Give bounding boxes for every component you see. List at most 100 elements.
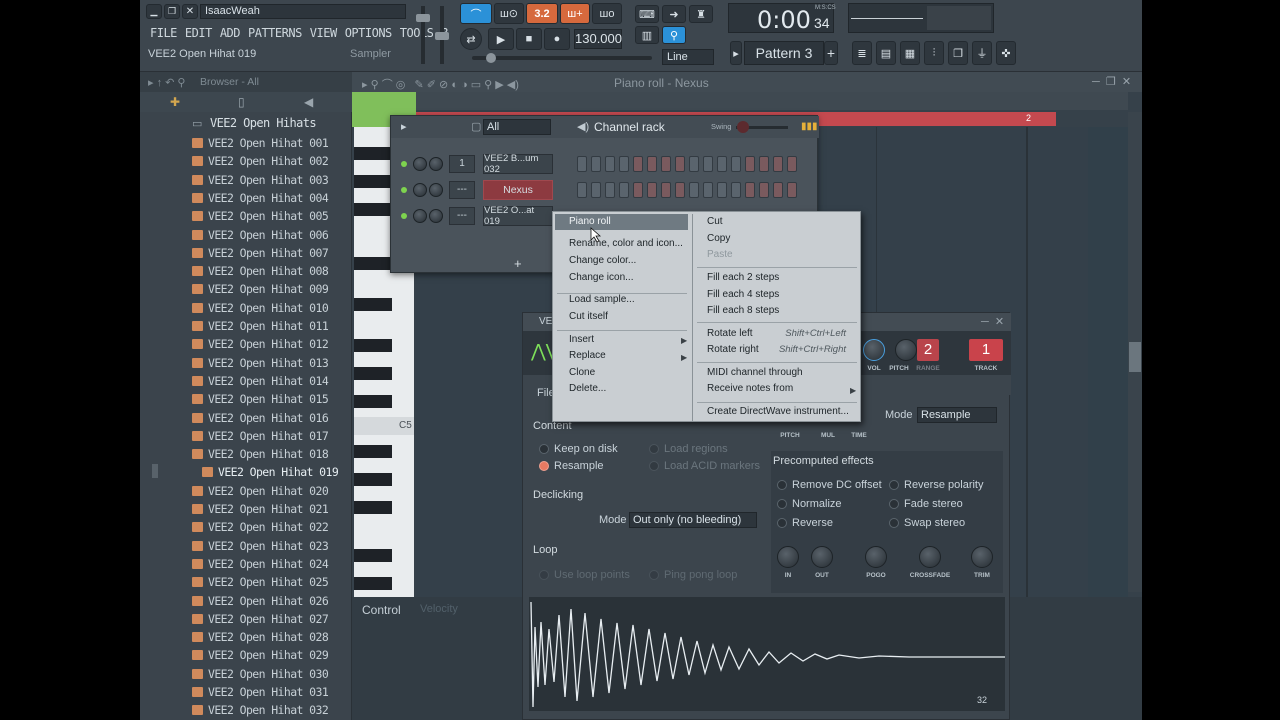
step-button[interactable] (773, 182, 783, 198)
browser-icon[interactable]: ❐ (948, 41, 968, 65)
context-menu-item[interactable]: MIDI channel through (707, 367, 803, 378)
context-menu-item[interactable]: Create DirectWave instrument... (707, 406, 849, 417)
graph-icon[interactable]: ▮▮▮ (801, 121, 818, 132)
browser-item[interactable]: VEE2 Open Hihat 005 (192, 207, 329, 225)
channel-volume-knob[interactable] (429, 183, 443, 197)
black-key[interactable] (354, 577, 392, 590)
step-button[interactable] (661, 156, 671, 172)
browser-item[interactable]: VEE2 Open Hihat 014 (192, 372, 329, 390)
context-menu-item[interactable]: Copy (707, 233, 730, 244)
load-regions-option[interactable]: Load regions (649, 443, 728, 455)
normalize-option[interactable]: Normalize (777, 498, 842, 510)
browser-item[interactable]: VEE2 Open Hihat 013 (192, 354, 329, 372)
step-button[interactable] (731, 156, 741, 172)
channel-mixer-track[interactable]: --- (449, 181, 475, 199)
step-edit-icon[interactable]: ➜ (662, 5, 686, 23)
context-menu-item[interactable]: Cut itself (569, 311, 608, 322)
browser-item[interactable]: VEE2 Open Hihat 003 (192, 171, 329, 189)
resample-mode-select[interactable]: Resample (917, 407, 997, 423)
mixer-icon[interactable]: ⫶ (924, 41, 944, 65)
step-button[interactable] (661, 182, 671, 198)
menu-tools[interactable]: TOOLS (400, 26, 434, 40)
control-value[interactable]: Velocity (420, 603, 458, 615)
step-button[interactable] (745, 182, 755, 198)
channel-name-button[interactable]: Nexus (483, 180, 553, 200)
black-key[interactable] (354, 203, 392, 216)
channel-filter-select[interactable]: All (483, 119, 551, 135)
browser-item[interactable]: VEE2 Open Hihat 007 (192, 244, 329, 262)
pattern-selector[interactable]: Pattern 3 (744, 41, 824, 65)
step-button[interactable] (675, 156, 685, 172)
context-menu-item[interactable]: Cut (707, 216, 723, 227)
browser-item[interactable]: VEE2 Open Hihat 028 (192, 628, 329, 646)
browser-item[interactable]: VEE2 Open Hihat 022 (192, 518, 329, 536)
browser-item[interactable]: VEE2 Open Hihat 011 (192, 317, 329, 335)
play-button[interactable]: ▶ (488, 28, 514, 50)
browser-item[interactable]: VEE2 Open Hihat 029 (192, 646, 329, 664)
metronome-button[interactable]: ⌒ (460, 3, 492, 24)
browser-item[interactable]: VEE2 Open Hihat 009 (192, 280, 329, 298)
menu-file[interactable]: FILE (150, 26, 177, 40)
context-menu-item[interactable]: Receive notes from (707, 383, 793, 394)
browser-item[interactable]: VEE2 Open Hihat 004 (192, 189, 329, 207)
black-key[interactable] (354, 257, 392, 270)
browser-item[interactable]: VEE2 Open Hihat 018 (192, 445, 329, 463)
context-menu-item[interactable]: Rotate right (707, 344, 759, 355)
load-acid-option[interactable]: Load ACID markers (649, 460, 760, 472)
browser-item[interactable]: VEE2 Open Hihat 006 (192, 226, 329, 244)
channel-pan-knob[interactable] (413, 209, 427, 223)
declick-mode-select[interactable]: Out only (no bleeding) (629, 512, 757, 528)
step-button[interactable] (619, 182, 629, 198)
channel-rack-icon[interactable]: ▦ (900, 41, 920, 65)
step-button[interactable] (591, 182, 601, 198)
recording-icon[interactable]: ♜ (689, 5, 713, 23)
context-menu-item[interactable]: Piano roll (569, 216, 611, 227)
black-key[interactable] (354, 367, 392, 380)
menu-options[interactable]: OPTIONS (345, 26, 393, 40)
context-menu-item[interactable]: Clone (569, 367, 595, 378)
song-position-handle[interactable] (486, 53, 496, 63)
browser-item[interactable]: VEE2 Open Hihat 017 (192, 427, 329, 445)
channel-name-button[interactable]: VEE2 O...at 019 (483, 205, 553, 227)
browser-item[interactable]: VEE2 Open Hihat 025 (192, 573, 329, 591)
browser-folder[interactable]: ▭ VEE2 Open Hihats (148, 115, 344, 133)
context-menu-item[interactable]: Delete... (569, 383, 606, 394)
step-button[interactable] (787, 156, 797, 172)
out-knob[interactable] (811, 546, 833, 568)
trim-knob[interactable] (971, 546, 993, 568)
ping-pong-option[interactable]: Ping pong loop (649, 569, 737, 581)
record-button[interactable]: ● (544, 28, 570, 50)
restore-icon[interactable]: ❐ (164, 4, 180, 19)
reverse-polarity-option[interactable]: Reverse polarity (889, 479, 983, 491)
control-label[interactable]: Control (362, 603, 401, 617)
swing-knob[interactable] (737, 121, 749, 133)
pattern-prev-button[interactable]: ▸ (730, 41, 742, 65)
step-button[interactable] (605, 182, 615, 198)
crossfade-knob[interactable] (919, 546, 941, 568)
piano-roll-scrollbar-top[interactable] (416, 92, 1128, 110)
document-icon[interactable]: ▯ (238, 95, 245, 109)
browser-item[interactable]: VEE2 Open Hihat 010 (192, 299, 329, 317)
menu-view[interactable]: VIEW (310, 26, 337, 40)
black-key[interactable] (354, 395, 392, 408)
playlist-icon[interactable]: ≣ (852, 41, 872, 65)
step-button[interactable] (577, 156, 587, 172)
channel-mixer-track[interactable]: 1 (449, 155, 475, 173)
channel-volume-knob[interactable] (429, 157, 443, 171)
close-icon[interactable]: ✕ (182, 4, 198, 19)
channel-active-led[interactable] (401, 187, 407, 193)
black-key[interactable] (354, 339, 392, 352)
step-button[interactable] (717, 156, 727, 172)
black-key[interactable] (354, 298, 392, 311)
context-menu-item[interactable]: Fill each 8 steps (707, 305, 779, 316)
browser-item[interactable]: VEE2 Open Hihat 027 (192, 610, 329, 628)
add-pattern-button[interactable]: + (824, 41, 838, 65)
step-button[interactable] (689, 182, 699, 198)
channel-active-led[interactable] (401, 213, 407, 219)
remove-dc-option[interactable]: Remove DC offset (777, 479, 882, 491)
step-button[interactable] (717, 182, 727, 198)
context-menu-item[interactable]: Replace (569, 350, 606, 361)
black-key[interactable] (354, 175, 392, 188)
step-button[interactable] (745, 156, 755, 172)
browser-item[interactable]: VEE2 Open Hihat 031 (192, 683, 329, 701)
